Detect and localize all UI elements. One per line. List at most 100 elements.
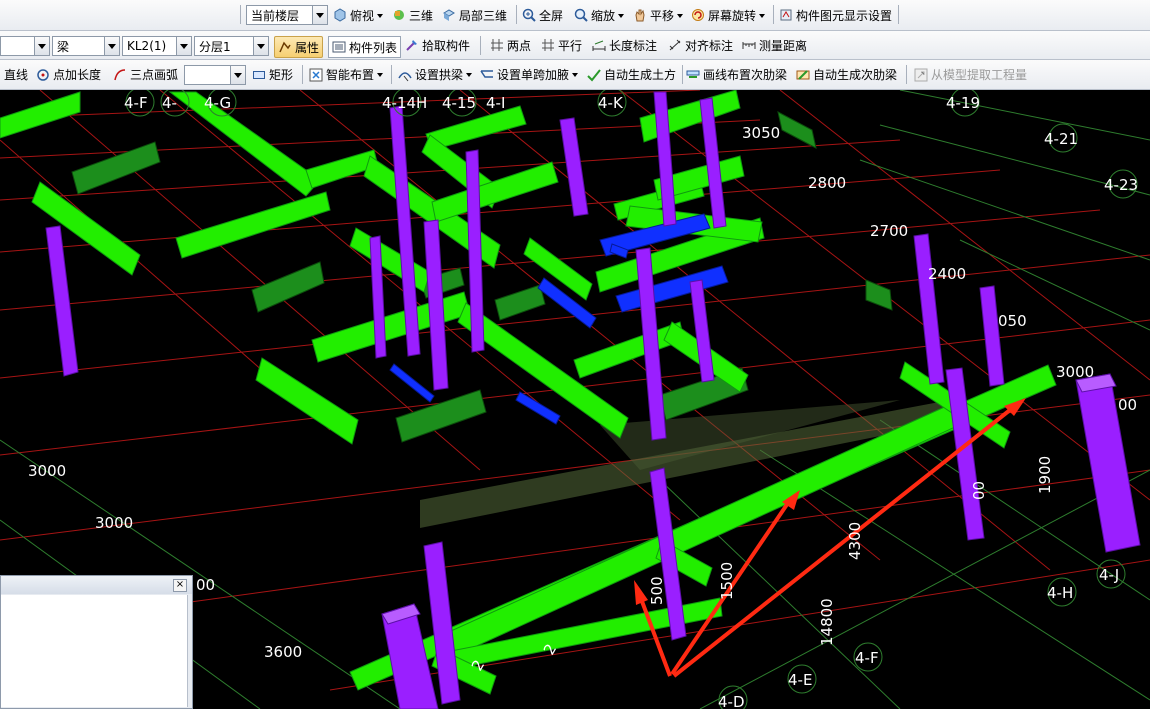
dimension-label: 3050 <box>742 124 780 142</box>
dimension-label: 00 <box>970 481 988 500</box>
set-arch-label: 设置拱梁 <box>415 68 464 82</box>
floating-panel[interactable]: × <box>0 575 193 709</box>
smart-layout-icon <box>309 68 323 82</box>
chevron-down-icon[interactable] <box>176 37 191 55</box>
auto-earthwork-button[interactable]: 自动生成土方 <box>587 60 676 89</box>
floating-panel-titlebar[interactable] <box>1 576 192 594</box>
view-3d-button[interactable]: 三维 <box>392 0 433 30</box>
dimension-label: 3000 <box>95 514 133 532</box>
pick-component-button[interactable]: 拾取构件 <box>405 31 470 59</box>
floor-select-value: 当前楼层 <box>251 8 300 23</box>
layer-select[interactable]: 分层1 <box>194 36 269 56</box>
axis-label: 4-14H <box>382 94 427 112</box>
arc-button[interactable]: 三点画弧 <box>113 60 178 89</box>
separator <box>302 65 303 84</box>
fullscreen-button[interactable]: 全屏 <box>522 0 563 30</box>
axis-label: 4-23 <box>1104 176 1138 194</box>
parallel-button[interactable]: 平行 <box>541 31 582 59</box>
chevron-down-icon <box>572 73 579 80</box>
line-button[interactable]: 直线 <box>4 60 28 89</box>
properties-button[interactable]: 属性 <box>274 36 324 58</box>
dimension-label: 3000 <box>28 462 66 480</box>
separator <box>906 65 907 84</box>
component-list-button[interactable]: 构件列表 <box>328 36 402 58</box>
dimension-icon <box>592 38 606 52</box>
extract-quantity-button[interactable]: 从模型提取工程量 <box>914 60 1027 89</box>
chevron-down-icon <box>377 73 384 80</box>
measure-button[interactable]: 测量距离 <box>742 31 807 59</box>
separator <box>682 65 683 84</box>
arc-mode-select[interactable] <box>184 65 246 85</box>
chevron-down-icon[interactable] <box>253 37 268 55</box>
chevron-down-icon[interactable] <box>312 6 327 24</box>
rect-label: 矩形 <box>269 68 294 82</box>
separator <box>773 5 774 24</box>
check-icon <box>587 68 601 82</box>
dimension-label: 00 <box>196 576 215 594</box>
category-select[interactable]: 梁 <box>52 36 120 56</box>
rotate-button[interactable]: 屏幕旋转 <box>691 0 766 30</box>
view-top-button[interactable]: 俯视 <box>333 0 384 30</box>
pan-button[interactable]: 平移 <box>633 0 684 30</box>
dimension-label: 00 <box>1118 396 1137 414</box>
point-length-button[interactable]: 点加长度 <box>36 60 101 89</box>
rect-button[interactable]: 矩形 <box>252 60 293 89</box>
axis-label: 4-19 <box>946 94 980 112</box>
dimension-label: 050 <box>998 312 1027 330</box>
dimension-label: 2700 <box>870 222 908 240</box>
two-points-button[interactable]: 两点 <box>490 31 531 59</box>
rectangle-icon <box>252 68 266 82</box>
component-select[interactable]: KL2(1) <box>122 36 192 56</box>
point-length-icon <box>36 68 50 82</box>
measure-label: 测量距离 <box>759 38 808 53</box>
draw-secondary-rib-button[interactable]: 画线布置次肋梁 <box>686 60 787 89</box>
dimension-label: 500 <box>648 576 666 605</box>
dimension-label: 4300 <box>846 522 864 560</box>
axis-label: 4-H <box>1047 584 1073 602</box>
dimension-label: 1900 <box>1036 456 1054 494</box>
dimension-label: 2800 <box>808 174 846 192</box>
set-arch-button[interactable]: 设置拱梁 <box>398 60 473 89</box>
pan-label: 平移 <box>650 8 675 23</box>
fullscreen-label: 全屏 <box>539 8 564 23</box>
pick-component-label: 拾取构件 <box>422 38 471 53</box>
view-local3d-button[interactable]: 局部三维 <box>442 0 507 30</box>
zoom-button[interactable]: 缩放 <box>574 0 625 30</box>
floating-panel-body <box>1 595 188 707</box>
aligned-dim-button[interactable]: 对齐标注 <box>668 31 733 59</box>
axis-label: 4-E <box>788 671 812 689</box>
list-icon <box>332 40 346 54</box>
set-haunch-button[interactable]: 设置单跨加腋 <box>480 60 579 89</box>
axis-label: 4-15 <box>442 94 476 112</box>
chevron-down-icon[interactable] <box>34 37 49 55</box>
point-length-label: 点加长度 <box>53 68 102 82</box>
display-settings-button[interactable]: 构件图元显示设置 <box>779 0 892 30</box>
length-dim-label: 长度标注 <box>609 38 658 53</box>
close-icon[interactable]: × <box>173 579 187 592</box>
chevron-down-icon[interactable] <box>230 66 245 84</box>
properties-icon <box>278 40 292 54</box>
auto-secondary-rib-button[interactable]: 自动生成次肋梁 <box>796 60 897 89</box>
axis-label: 4- <box>162 94 177 112</box>
component-select-value: KL2(1) <box>127 39 167 53</box>
type-select[interactable] <box>0 36 50 56</box>
smart-layout-button[interactable]: 智能布置 <box>309 60 384 89</box>
axis-label: 4-K <box>598 94 624 112</box>
length-dim-button[interactable]: 长度标注 <box>592 31 657 59</box>
parallel-icon <box>541 38 555 52</box>
chevron-down-icon[interactable] <box>104 37 119 55</box>
two-points-label: 两点 <box>507 38 532 53</box>
axis-label: 4-I <box>486 94 505 112</box>
category-select-value: 梁 <box>57 39 70 54</box>
auto-earthwork-label: 自动生成土方 <box>604 68 677 82</box>
display-settings-label: 构件图元显示设置 <box>796 8 893 23</box>
floor-select[interactable]: 当前楼层 <box>246 5 328 25</box>
dimension-label: 3000 <box>1056 363 1094 381</box>
local-3d-icon <box>442 8 456 22</box>
extract-quantity-label: 从模型提取工程量 <box>931 68 1028 82</box>
component-list-label: 构件列表 <box>349 40 398 55</box>
toolbar-component: 梁 KL2(1) 分层1 属性 构件列表 拾取构件 两点 平行 长度标注 对齐标… <box>0 31 1150 60</box>
aligned-dim-label: 对齐标注 <box>685 38 734 53</box>
chevron-down-icon <box>466 73 473 80</box>
auto-secondary-rib-label: 自动生成次肋梁 <box>813 68 898 82</box>
